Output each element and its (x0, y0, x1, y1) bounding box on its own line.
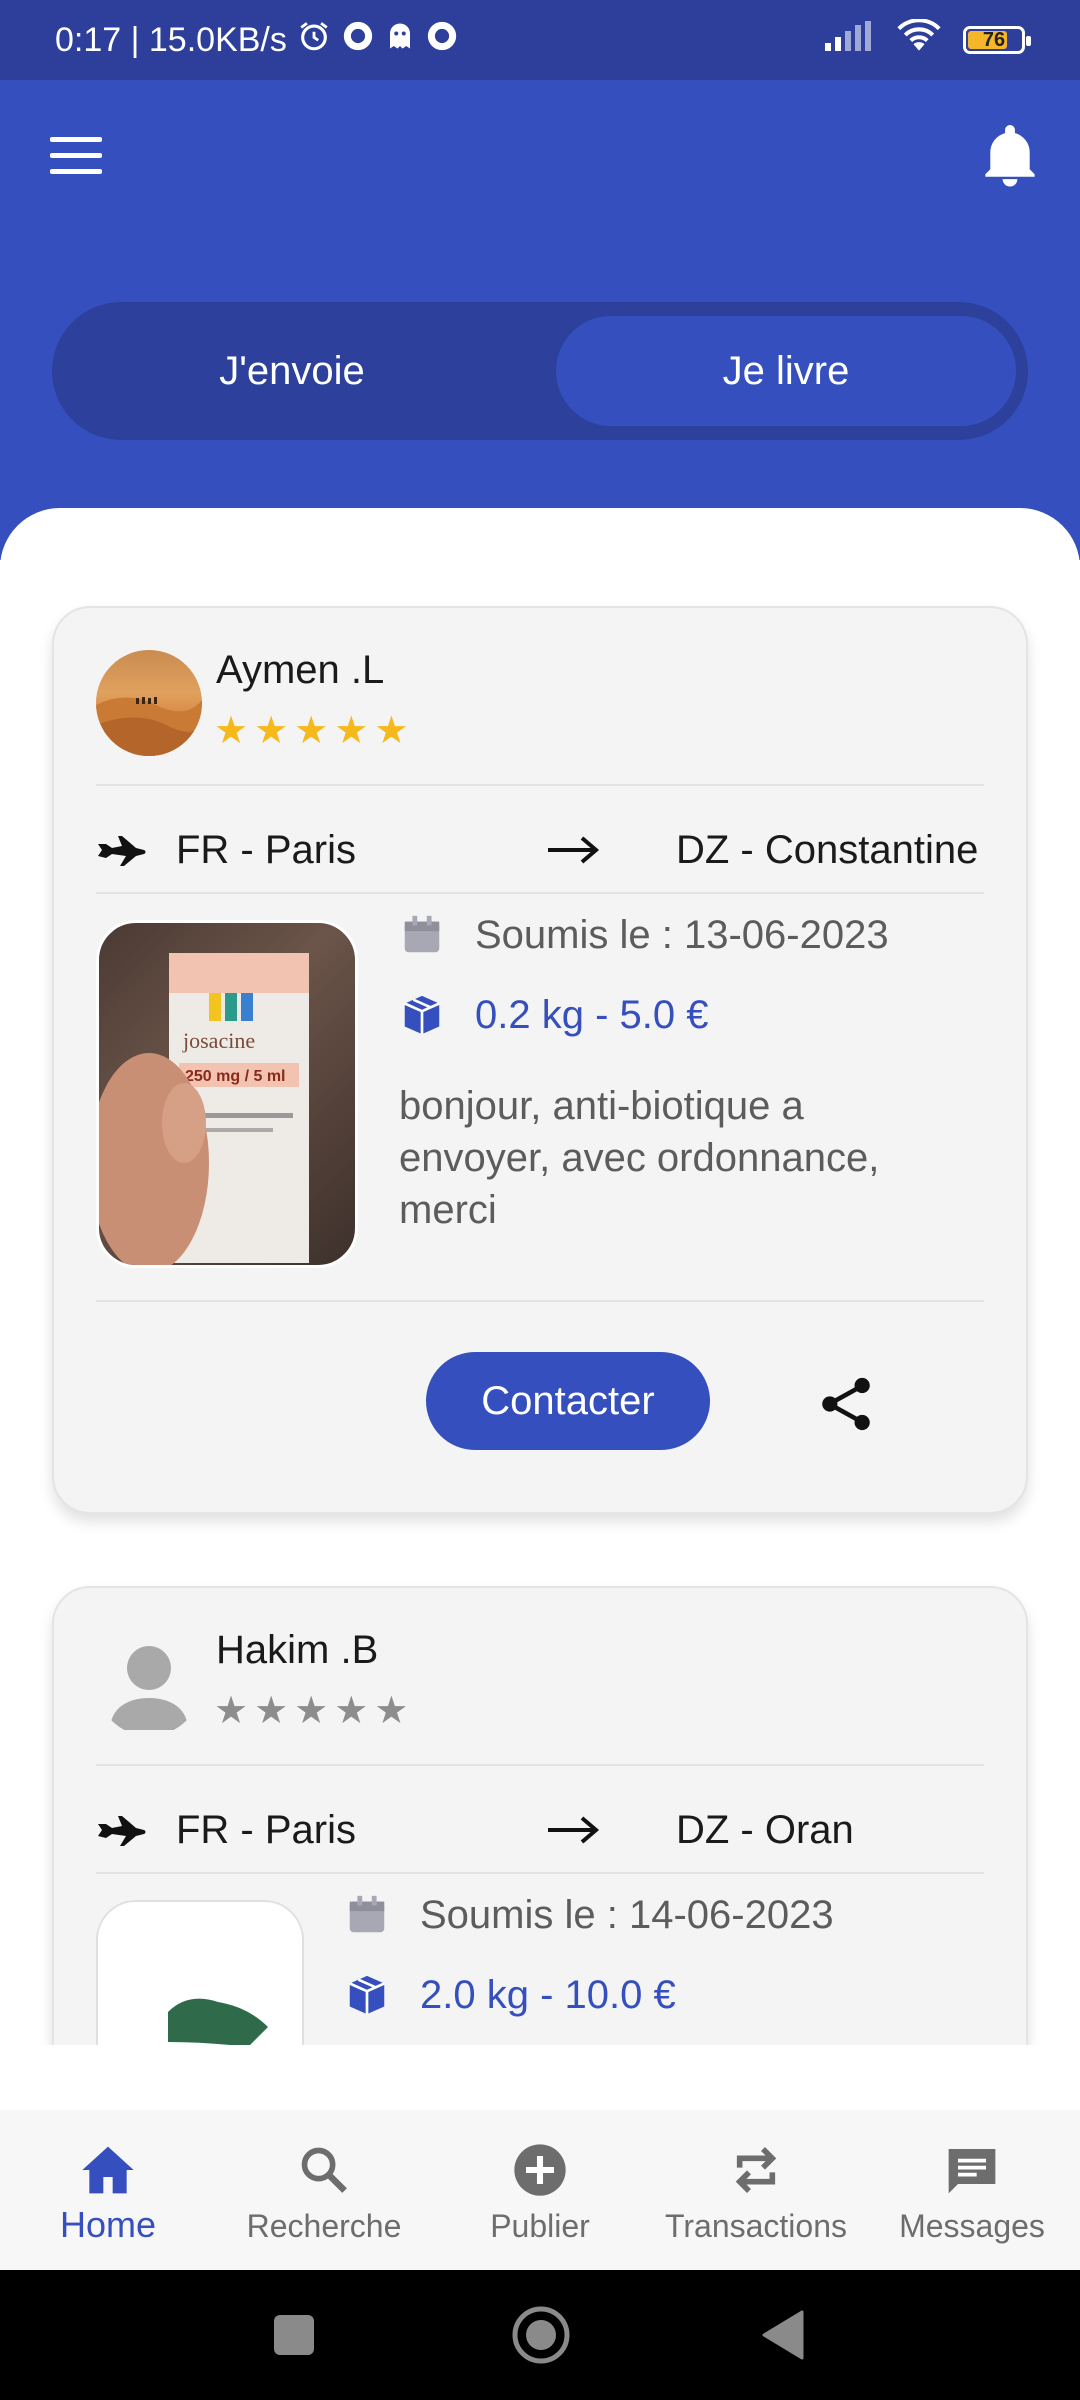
route: FR - Paris DZ - Oran (96, 1800, 984, 1860)
calendar-icon (344, 1892, 390, 1938)
alarm-icon (297, 19, 331, 62)
nav-label: Home (59, 2204, 157, 2245)
nav-label: Transactions (665, 2208, 847, 2244)
photo-brand-text: josacine (182, 1028, 255, 1053)
route-from: FR - Paris (176, 827, 356, 872)
submitted-date: Soumis le : 13-06-2023 (475, 912, 889, 957)
route: FR - Paris DZ - Constantine (96, 820, 984, 880)
star-icon: ★ (334, 710, 369, 752)
wifi-icon (897, 17, 941, 62)
battery-indicator: 76 (963, 26, 1031, 54)
arrow-right-icon (548, 1816, 600, 1844)
nav-publier[interactable]: Publier (432, 2110, 648, 2270)
submitted-date-row: Soumis le : 14-06-2023 (344, 1892, 834, 1938)
menu-icon-bar (50, 153, 102, 158)
app-notification-icon-2 (425, 19, 459, 62)
divider (96, 1300, 984, 1302)
listing-description: bonjour, anti-biotique a envoyer, avec o… (399, 1084, 880, 1232)
nav-recherche[interactable]: Recherche (216, 2110, 432, 2270)
rating-stars: ★ ★ ★ ★ ★ (214, 712, 408, 750)
star-icon: ★ (294, 1690, 329, 1732)
menu-button[interactable] (50, 137, 102, 177)
square-icon (274, 2315, 314, 2355)
arrow-right-icon (548, 836, 600, 864)
circle-icon (512, 2306, 570, 2364)
menu-icon-bar (50, 137, 102, 142)
nav-messages[interactable]: Messages (864, 2110, 1080, 2270)
avatar (96, 650, 202, 756)
app-header: J'envoie Je livre (0, 80, 1080, 560)
listings-container[interactable]: Aymen .L ★ ★ ★ ★ ★ FR - Paris DZ - Const… (0, 508, 1080, 2045)
route-from: FR - Paris (176, 1807, 356, 1852)
package-icon (344, 1972, 390, 2018)
star-icon: ★ (254, 710, 289, 752)
recents-button[interactable] (272, 2302, 316, 2373)
star-icon: ★ (214, 710, 249, 752)
mode-toggle: J'envoie Je livre (52, 302, 1028, 440)
share-button[interactable] (818, 1374, 874, 1434)
swap-icon (728, 2140, 784, 2200)
package-icon (399, 992, 445, 1038)
search-icon (298, 2140, 350, 2200)
package-photo[interactable] (96, 1900, 304, 2045)
star-icon: ★ (374, 710, 409, 752)
plane-icon (98, 836, 146, 866)
contact-button[interactable]: Contacter (426, 1352, 710, 1450)
toggle-send[interactable]: J'envoie (62, 316, 522, 426)
toggle-deliver[interactable]: Je livre (556, 316, 1016, 426)
ghost-icon (385, 19, 415, 62)
photo-dose-text: 250 mg / 5 ml (185, 1068, 286, 1085)
route-to: DZ - Oran (676, 1807, 854, 1852)
home-system-button[interactable] (510, 2302, 572, 2373)
system-navigation-bar (0, 2270, 1080, 2400)
divider (96, 784, 984, 786)
star-icon: ★ (214, 1690, 249, 1732)
bottom-navigation: Home Recherche Publier Transactions Mess… (0, 2110, 1080, 2270)
back-button[interactable] (760, 2302, 806, 2373)
divider (96, 892, 984, 894)
star-icon: ★ (294, 710, 329, 752)
star-icon: ★ (334, 1690, 369, 1732)
user-name: Hakim .B (216, 1628, 379, 1672)
nav-home[interactable]: Home (0, 2110, 216, 2270)
battery-level: 76 (982, 28, 1006, 51)
calendar-icon (399, 912, 445, 958)
divider (96, 1764, 984, 1766)
submitted-date-row: Soumis le : 13-06-2023 (399, 912, 889, 958)
notification-button[interactable] (980, 125, 1040, 189)
avatar (96, 1630, 202, 1736)
share-icon (822, 1377, 870, 1431)
weight-price: 2.0 kg - 10.0 € (420, 1972, 676, 2017)
divider (96, 1872, 984, 1874)
home-icon (80, 2140, 136, 2200)
user-name: Aymen .L (216, 648, 385, 692)
star-icon: ★ (374, 1690, 409, 1732)
plane-icon (98, 1816, 146, 1846)
person-icon (110, 1646, 188, 1730)
menu-icon-bar (50, 169, 102, 174)
listing-card[interactable]: Hakim .B ★ ★ ★ ★ ★ FR - Paris DZ - Oran … (52, 1586, 1028, 2045)
weight-price: 0.2 kg - 5.0 € (475, 992, 709, 1037)
message-icon (944, 2140, 1000, 2200)
nav-label: Publier (490, 2208, 590, 2244)
route-to: DZ - Constantine (676, 827, 979, 872)
submitted-date: Soumis le : 14-06-2023 (420, 1892, 834, 1937)
rating-stars: ★ ★ ★ ★ ★ (214, 1692, 408, 1730)
bell-icon (985, 125, 1035, 187)
status-bar: 0:17 | 15.0KB/s 76 (0, 0, 1080, 80)
signal-icon (825, 20, 875, 60)
nav-transactions[interactable]: Transactions (648, 2110, 864, 2270)
status-time: 0:17 | 15.0KB/s (55, 20, 287, 59)
package-photo[interactable]: josacine 250 mg / 5 ml (96, 920, 358, 1268)
back-triangle-icon (762, 2310, 804, 2360)
app-notification-icon (341, 19, 375, 62)
listing-card[interactable]: Aymen .L ★ ★ ★ ★ ★ FR - Paris DZ - Const… (52, 606, 1028, 1514)
add-circle-icon (512, 2140, 568, 2200)
nav-label: Recherche (246, 2208, 402, 2244)
weight-price-row: 0.2 kg - 5.0 € (399, 992, 708, 1038)
nav-label: Messages (899, 2208, 1045, 2244)
star-icon: ★ (254, 1690, 289, 1732)
weight-price-row: 2.0 kg - 10.0 € (344, 1972, 676, 2018)
